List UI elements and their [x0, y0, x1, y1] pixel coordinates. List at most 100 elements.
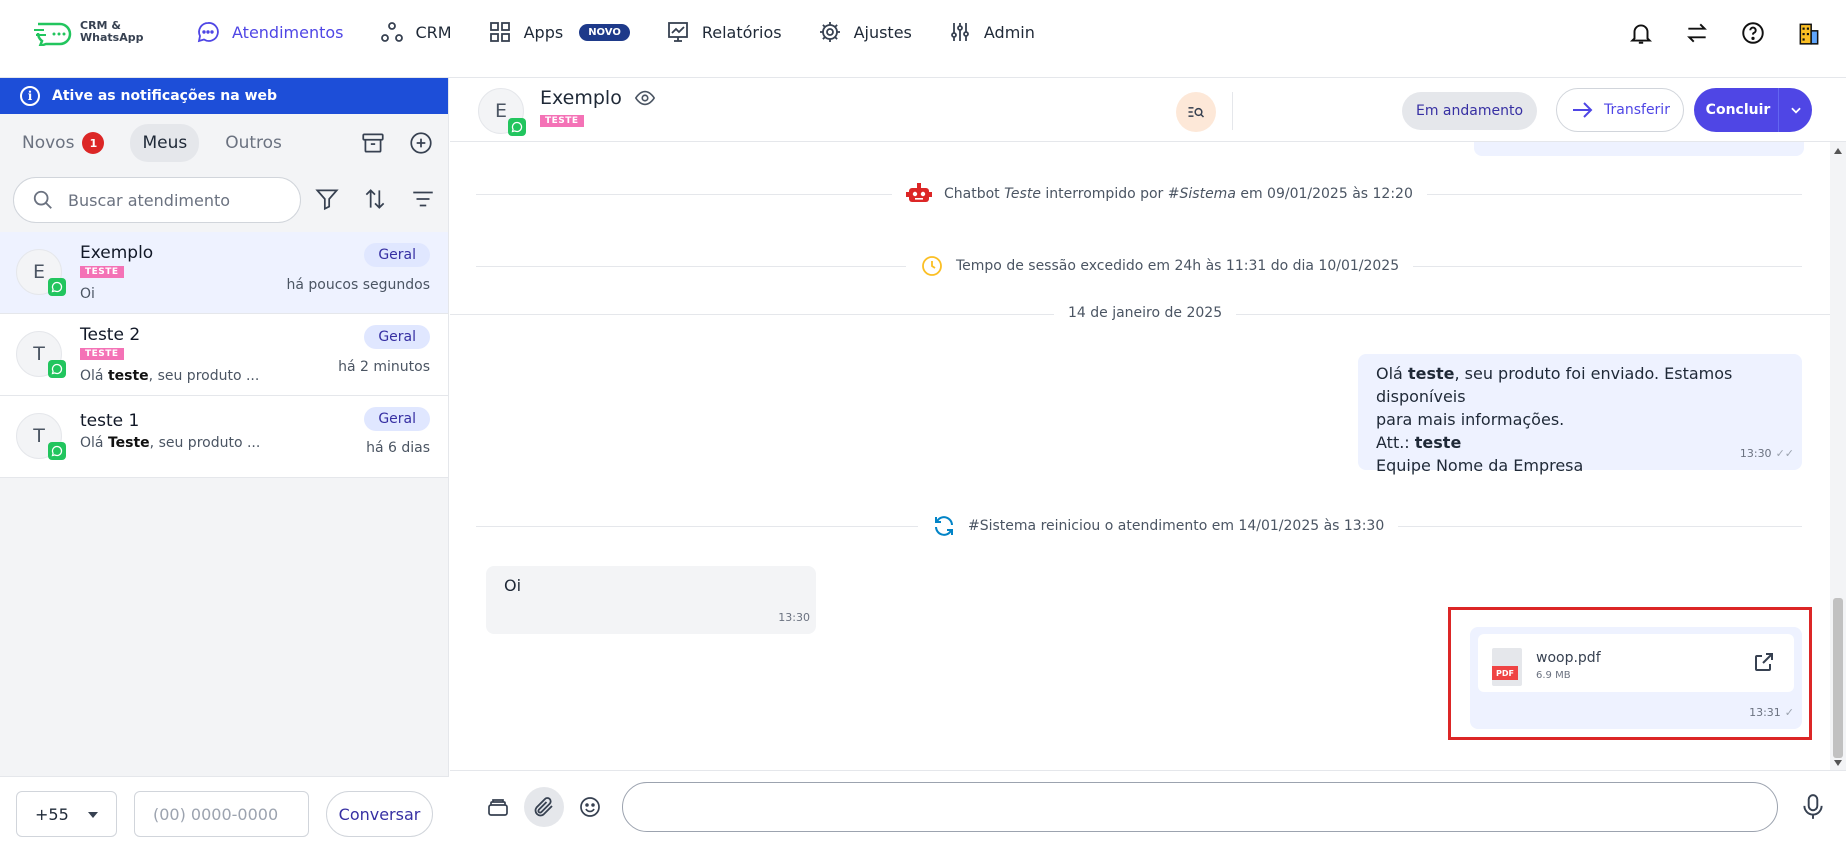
- search-input[interactable]: [68, 190, 268, 210]
- last-activity-time: há 2 minutos: [338, 359, 430, 375]
- contact-name[interactable]: Exemplo: [540, 87, 622, 109]
- whatsapp-icon: [48, 278, 66, 296]
- file-attachment[interactable]: PDF woop.pdf 6.9 MB: [1478, 634, 1794, 692]
- bell-icon[interactable]: [1628, 20, 1654, 46]
- nav-item-relatorios[interactable]: Relatórios: [666, 18, 782, 46]
- last-activity-time: há poucos segundos: [286, 277, 430, 293]
- search-icon: [33, 190, 52, 209]
- scroll-down-arrow[interactable]: [1834, 760, 1842, 766]
- message-input[interactable]: [622, 782, 1778, 832]
- nav-label: CRM: [415, 22, 452, 42]
- contact-name: Teste 2: [80, 325, 141, 345]
- attach-button[interactable]: [524, 787, 564, 827]
- tab-label: Meus: [142, 133, 188, 153]
- conversation-item[interactable]: T Teste 2 TESTE Olá teste, seu produto .…: [0, 314, 448, 396]
- swap-arrows-icon[interactable]: [1684, 20, 1710, 46]
- emoji-button[interactable]: [570, 787, 610, 827]
- nav-item-apps[interactable]: Apps NOVO: [488, 18, 630, 46]
- eye-icon[interactable]: [634, 87, 656, 109]
- message-text: Olá teste, seu produto foi enviado. Esta…: [1376, 364, 1733, 475]
- tab-actions: [360, 130, 434, 156]
- whatsapp-icon: [48, 442, 66, 460]
- search-messages-button[interactable]: [1176, 92, 1216, 132]
- file-name: woop.pdf: [1536, 650, 1601, 666]
- messages-scrollbar[interactable]: [1830, 142, 1846, 770]
- sort-icon[interactable]: [362, 186, 388, 212]
- nav-label: Admin: [983, 22, 1035, 42]
- add-circle-icon[interactable]: [408, 130, 434, 156]
- info-icon: i: [20, 86, 40, 106]
- conversation-item[interactable]: E Exemplo TESTE Oi Geral há poucos segun…: [0, 232, 448, 314]
- layers-icon: [488, 799, 508, 816]
- app-logo[interactable]: CRM & WhatsApp: [34, 18, 143, 49]
- help-icon[interactable]: [1740, 20, 1766, 46]
- contact-name-heading: Exemplo: [540, 87, 656, 109]
- nav-item-admin[interactable]: Admin: [948, 18, 1035, 46]
- phone-number-input[interactable]: [134, 791, 309, 837]
- arrow-right-icon: [1573, 102, 1593, 118]
- contact-tag: TESTE: [80, 348, 124, 360]
- nav-label: Relatórios: [701, 22, 782, 42]
- open-external-icon[interactable]: [1752, 650, 1776, 674]
- grid-icon: [489, 22, 510, 42]
- queue-badge: Geral: [364, 243, 430, 267]
- transfer-label: Transferir: [1604, 102, 1670, 118]
- divider: [1232, 92, 1233, 130]
- country-code-select[interactable]: +55: [16, 791, 117, 837]
- queue-badge: Geral: [364, 407, 430, 431]
- conversation-item[interactable]: T teste 1 Olá Teste, seu produto ... Ger…: [0, 396, 448, 478]
- company-building-icon[interactable]: [1796, 20, 1822, 46]
- message-time: 13:31 ✓: [1749, 706, 1794, 719]
- scrollbar-thumb[interactable]: [1833, 598, 1843, 758]
- robot-icon: [906, 183, 932, 202]
- clock-icon: [922, 256, 942, 276]
- chat-panel: E Exemplo TESTE Em andamento Transferir …: [450, 78, 1846, 844]
- tab-outros[interactable]: Outros: [213, 124, 294, 162]
- nav-item-atendimentos[interactable]: Atendimentos: [196, 18, 344, 46]
- archive-icon[interactable]: [360, 130, 386, 156]
- system-message-session-expired: Tempo de sessão excedido em 24h às 11:31…: [906, 254, 1414, 278]
- notification-banner[interactable]: i Ative as notificações na web: [0, 78, 448, 114]
- microphone-icon[interactable]: [1800, 793, 1826, 821]
- contact-name: teste 1: [80, 411, 140, 431]
- new-badge: NOVO: [579, 23, 630, 41]
- pdf-file-icon: PDF: [1492, 648, 1522, 686]
- conversation-tabs: Novos 1 Meus Outros: [0, 114, 448, 172]
- chart-icon: [667, 22, 688, 42]
- nav-label: Atendimentos: [232, 22, 344, 42]
- file-size: 6.9 MB: [1536, 670, 1571, 681]
- conversations-sidebar: i Ative as notificações na web Novos 1 M…: [0, 78, 449, 844]
- outgoing-file-message[interactable]: PDF woop.pdf 6.9 MB 13:31 ✓: [1470, 627, 1802, 729]
- chevron-down-icon: [1790, 107, 1801, 114]
- last-message-preview: Olá teste, seu produto ...: [80, 368, 260, 384]
- last-message-preview: Olá Teste, seu produto ...: [80, 435, 261, 451]
- filter-icon[interactable]: [314, 186, 340, 212]
- outgoing-message[interactable]: Olá teste, seu produto foi enviado. Esta…: [1358, 354, 1802, 475]
- scroll-up-arrow[interactable]: [1834, 148, 1842, 154]
- unread-count-badge: 1: [82, 132, 105, 154]
- conclude-button[interactable]: Concluir: [1694, 88, 1812, 132]
- nav-item-crm[interactable]: CRM: [380, 18, 452, 46]
- country-code-value: +55: [35, 804, 69, 824]
- tab-novos[interactable]: Novos 1: [10, 123, 116, 163]
- new-conversation-bar: +55 Conversar: [0, 776, 449, 844]
- list-options-icon[interactable]: [410, 186, 436, 212]
- refresh-icon: [935, 516, 953, 536]
- list-controls: [314, 186, 436, 212]
- conclude-options-dropdown[interactable]: [1778, 88, 1812, 132]
- message-text: Oi: [504, 576, 522, 595]
- tab-label: Novos: [22, 133, 75, 153]
- nav-item-ajustes[interactable]: Ajustes: [818, 18, 912, 46]
- transfer-button[interactable]: Transferir: [1556, 88, 1684, 132]
- start-conversation-button[interactable]: Conversar: [326, 791, 433, 837]
- tab-meus[interactable]: Meus: [130, 124, 200, 162]
- message-time: 13:30: [778, 611, 810, 624]
- gear-icon: [819, 22, 840, 42]
- status-badge: Em andamento: [1402, 92, 1538, 130]
- contact-name: Exemplo: [80, 243, 154, 263]
- chat-header: E Exemplo TESTE Em andamento Transferir …: [450, 78, 1846, 142]
- date-separator: 14 de janeiro de 2025: [1054, 305, 1237, 321]
- quick-replies-button[interactable]: [478, 787, 518, 827]
- check-icon: ✓: [1784, 706, 1794, 719]
- incoming-message[interactable]: Oi 13:30: [486, 566, 816, 634]
